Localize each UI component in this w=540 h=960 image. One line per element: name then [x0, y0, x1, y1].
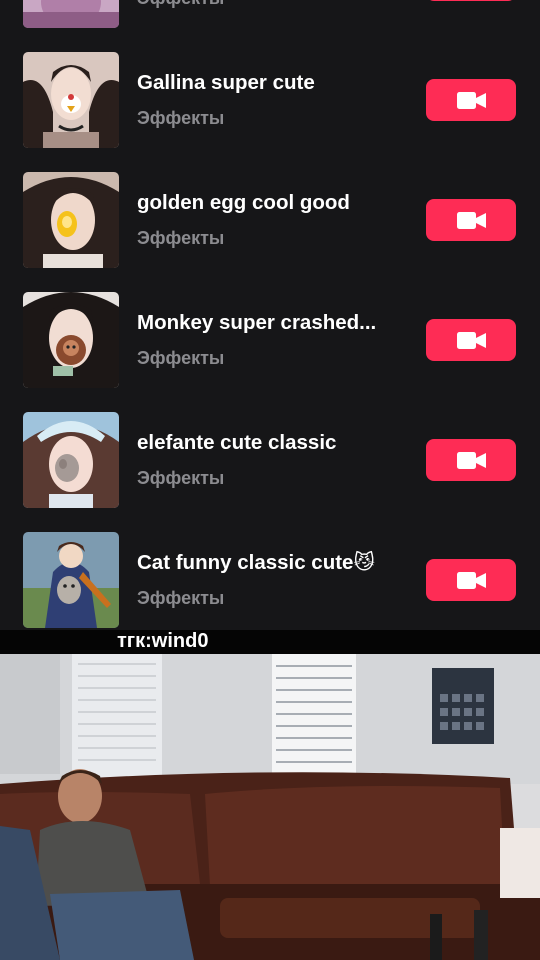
list-item[interactable]: Monkey super crashed... Эффекты [0, 292, 540, 396]
effect-category: Эффекты [137, 228, 225, 248]
effect-title: golden egg cool good [137, 191, 350, 214]
video-camera-icon [456, 91, 486, 109]
effect-category: Эффекты [137, 468, 225, 488]
record-button[interactable] [426, 559, 516, 601]
video-camera-icon [456, 331, 486, 349]
watermark-bar [0, 630, 540, 654]
effect-category: Эффекты [137, 0, 224, 9]
effect-category: Эффекты [137, 588, 225, 608]
effect-category: Эффекты [137, 108, 225, 128]
list-item[interactable]: golden egg cool good Эффекты [0, 172, 540, 276]
record-button[interactable] [426, 439, 516, 481]
record-button[interactable] [426, 0, 516, 1]
effect-thumbnail [23, 52, 119, 148]
effect-thumbnail [23, 532, 119, 628]
effect-thumbnail [23, 292, 119, 388]
record-button[interactable] [426, 319, 516, 361]
watermark-text: тгк:wind0 [117, 630, 209, 652]
list-item[interactable]: Cat funny classic cute😼 Эффекты [0, 532, 540, 630]
video-frame [0, 654, 540, 960]
effect-title: Gallina super cute [137, 71, 315, 94]
effects-list: Эффекты Gallina super cute [0, 0, 540, 630]
effect-title: Monkey super crashed... [137, 311, 377, 334]
video-camera-icon [456, 571, 486, 589]
effect-thumbnail [23, 0, 119, 28]
video-camera-icon [456, 451, 486, 469]
record-button[interactable] [426, 79, 516, 121]
record-button[interactable] [426, 199, 516, 241]
effect-thumbnail [23, 412, 119, 508]
effect-title: Cat funny classic cute😼 [137, 551, 375, 574]
list-item[interactable]: Эффекты [0, 0, 540, 36]
list-item[interactable]: elefante cute classic Эффекты [0, 412, 540, 516]
effect-title: elefante cute classic [137, 431, 337, 454]
effect-category: Эффекты [137, 348, 225, 368]
list-item[interactable]: Gallina super cute Эффекты [0, 52, 540, 156]
video-camera-icon [456, 211, 486, 229]
effect-thumbnail [23, 172, 119, 268]
